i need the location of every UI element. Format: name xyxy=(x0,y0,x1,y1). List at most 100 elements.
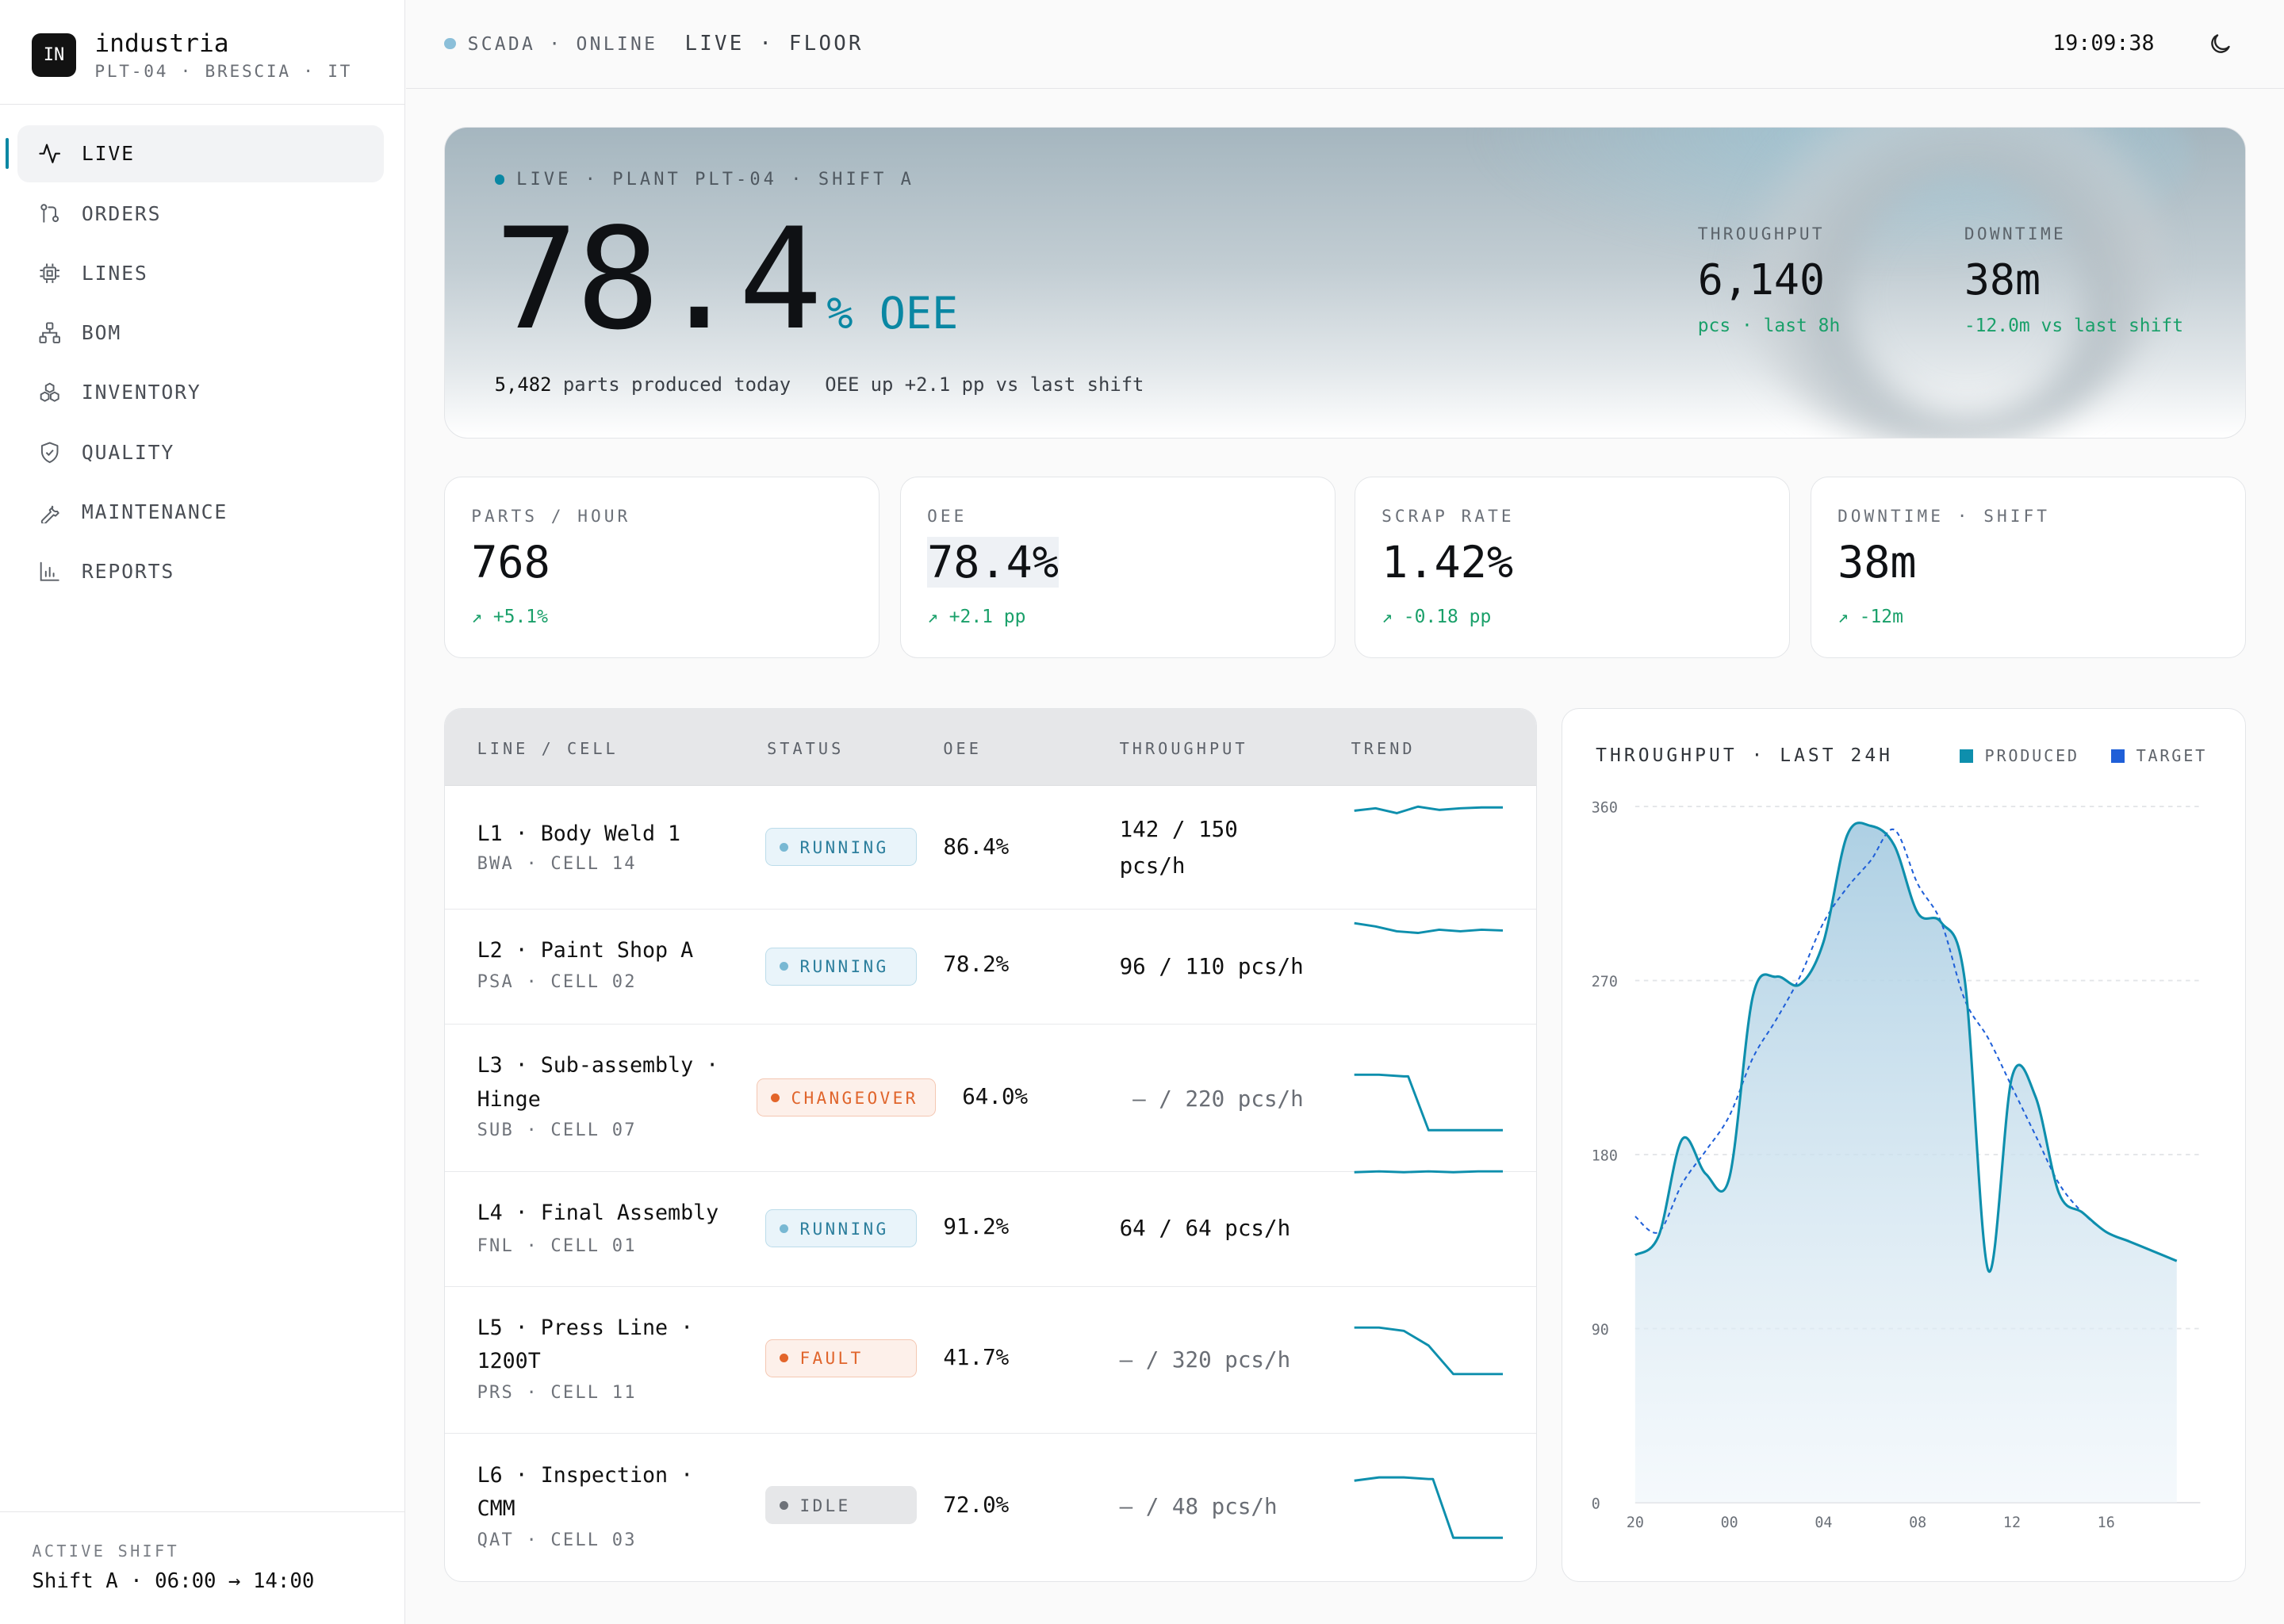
status-text: RUNNING xyxy=(799,956,889,977)
line-throughput: — / 320 pcs/h xyxy=(1119,1346,1291,1373)
status-text: CHANGEOVER xyxy=(791,1087,918,1108)
nav-item-lines[interactable]: LINES xyxy=(17,245,384,302)
line-throughput: 142 / 150 pcs/h xyxy=(1119,817,1238,879)
y-tick-label: 360 xyxy=(1592,799,1618,816)
nav-label: REPORTS xyxy=(81,560,175,584)
nav-item-live[interactable]: LIVE xyxy=(6,124,384,182)
kpi-card-oee[interactable]: OEE 78.4% ↗ +2.1 pp xyxy=(900,476,1336,659)
column-header[interactable]: OEE xyxy=(943,739,982,758)
nav-item-bom[interactable]: BOM xyxy=(17,304,384,362)
nav-item-maintenance[interactable]: MAINTENANCE xyxy=(17,484,384,541)
legend-label: TARGET xyxy=(2136,746,2208,766)
hero-tag-text: LIVE · PLANT PLT-04 · SHIFT A xyxy=(516,170,914,190)
line-code: BWA · CELL 14 xyxy=(477,854,637,875)
line-code: PRS · CELL 11 xyxy=(477,1383,637,1403)
sparkline-path xyxy=(1354,1170,1503,1174)
line-name: L2 · Paint Shop A xyxy=(477,938,694,963)
git-pull-request-icon xyxy=(40,204,59,224)
kpi-delta: ↗ -0.18 pp xyxy=(1382,607,1492,628)
parts-count: 5,482 xyxy=(494,373,552,396)
nav-item-orders[interactable]: ORDERS xyxy=(17,185,384,242)
line-name: L1 · Body Weld 1 xyxy=(477,822,681,847)
nav-item-inventory[interactable]: INVENTORY xyxy=(17,364,384,421)
sparkline-path xyxy=(1354,1073,1503,1132)
y-tick-label: 0 xyxy=(1592,1496,1600,1512)
nav-label: LIVE xyxy=(81,142,135,166)
view-mode: LIVE · FLOOR xyxy=(684,32,864,56)
throughput-chart-card: 0 90 180 270 360 20 00 04 08 12 16 THROUGHPUT · LA… xyxy=(1561,707,2247,1582)
nav-item-quality[interactable]: QUALITY xyxy=(17,423,384,481)
table-row[interactable]: L3 · Sub-assembly · Hinge SUB · CELL 07 … xyxy=(445,1025,1536,1172)
legend-label: PRODUCED xyxy=(1984,746,2079,766)
active-shift: ACTIVE SHIFT Shift A · 06:00 → 14:00 xyxy=(0,1511,404,1623)
nav-item-reports[interactable]: REPORTS xyxy=(17,543,384,600)
moon-icon[interactable] xyxy=(2207,31,2233,57)
hero-oee-panel: LIVE · PLANT PLT-04 · SHIFT A 78.4 % OEE… xyxy=(444,126,2247,439)
clock: 19:09:38 xyxy=(2052,30,2155,56)
bar-chart-icon xyxy=(40,561,59,581)
cpu-chip-icon xyxy=(40,263,59,283)
table-row[interactable]: L4 · Final Assembly FNL · CELL 01 RUNNIN… xyxy=(445,1170,1536,1287)
line-oee: 72.0% xyxy=(943,1492,1010,1518)
column-header[interactable]: STATUS xyxy=(767,739,844,758)
x-tick-label: 20 xyxy=(1627,1515,1644,1531)
status-dot xyxy=(779,962,788,971)
column-header[interactable]: LINE / CELL xyxy=(477,739,619,758)
kpi-card-parts-per-hour[interactable]: PARTS / HOUR 768 ↗ +5.1% xyxy=(444,476,880,659)
kpi-card-scrap-rate[interactable]: SCRAP RATE 1.42% ↗ -0.18 pp xyxy=(1355,476,1791,659)
status-badge: RUNNING xyxy=(765,947,918,986)
brand: IN industria PLT-04 · BRESCIA · IT xyxy=(0,0,404,105)
line-throughput: — / 220 pcs/h xyxy=(1132,1086,1304,1112)
kpi-label: PARTS / HOUR xyxy=(471,506,631,527)
kpi-value: 38m xyxy=(1838,536,1917,588)
live-dot xyxy=(494,174,505,185)
kpi-card-downtime-shift[interactable]: DOWNTIME · SHIFT 38m ↗ -12m xyxy=(1811,476,2247,659)
table-row[interactable]: L1 · Body Weld 1 BWA · CELL 14 RUNNING 8… xyxy=(445,787,1536,910)
line-throughput: 64 / 64 pcs/h xyxy=(1119,1216,1291,1242)
table-row[interactable]: L5 · Press Line · 1200T PRS · CELL 11 FA… xyxy=(445,1287,1536,1434)
table-row[interactable]: L2 · Paint Shop A PSA · CELL 02 RUNNING … xyxy=(445,910,1536,1025)
line-oee: 78.2% xyxy=(943,952,1010,978)
column-header[interactable]: TREND xyxy=(1351,739,1416,758)
legend-swatch xyxy=(1960,749,1973,763)
x-tick-label: 12 xyxy=(2003,1515,2021,1531)
status-text: RUNNING xyxy=(799,1218,889,1239)
brand-name: industria xyxy=(94,29,229,58)
trend-sparkline xyxy=(1354,921,1503,934)
hero-kpi-throughput: THROUGHPUT 6,140 pcs · last 8h xyxy=(1698,224,1841,336)
line-code: SUB · CELL 07 xyxy=(477,1120,637,1141)
kpi-value: 78.4% xyxy=(927,536,1059,588)
hero-kpi-label: THROUGHPUT xyxy=(1697,224,1825,243)
scada-status: SCADA · ONLINE xyxy=(467,34,658,56)
trend-sparkline xyxy=(1354,805,1503,814)
kpi-label: OEE xyxy=(927,506,968,527)
x-tick-label: 08 xyxy=(1909,1515,1926,1531)
line-name: L5 · Press Line · 1200T xyxy=(477,1316,694,1374)
nav-label: LINES xyxy=(81,261,148,285)
hero-tag: LIVE · PLANT PLT-04 · SHIFT A xyxy=(494,170,914,190)
line-oee: 41.7% xyxy=(943,1345,1010,1371)
line-name: L3 · Sub-assembly · Hinge xyxy=(477,1053,719,1112)
active-shift-value: Shift A · 06:00 → 14:00 xyxy=(32,1569,315,1594)
hero-kpi-sub: pcs · last 8h xyxy=(1697,316,1841,337)
line-oee: 86.4% xyxy=(943,833,1010,860)
legend-target[interactable]: TARGET xyxy=(2111,746,2207,765)
table-row[interactable]: L6 · Inspection · CMM QAT · CELL 03 IDLE… xyxy=(445,1434,1536,1580)
kpi-delta: ↗ +5.1% xyxy=(471,607,548,628)
trend-sparkline xyxy=(1354,1476,1503,1539)
main-nav: LIVE ORDERS LINES BOM INVENTORY QUALITY … xyxy=(6,124,384,603)
parts-text: parts produced today xyxy=(562,373,791,396)
kpi-delta: ↗ -12m xyxy=(1838,607,1903,628)
line-name: L6 · Inspection · CMM xyxy=(477,1462,694,1521)
kpi-label: DOWNTIME · SHIFT xyxy=(1838,506,2051,527)
legend-produced[interactable]: PRODUCED xyxy=(1960,746,2079,765)
oee-note: OEE up +2.1 pp vs last shift xyxy=(825,373,1144,396)
status-badge: IDLE xyxy=(765,1486,918,1525)
status-badge: RUNNING xyxy=(765,828,918,866)
throughput-chart: 0 90 180 270 360 20 00 04 08 12 16 xyxy=(1592,799,2201,1531)
hero-oee-value: 78.4 xyxy=(494,197,823,362)
line-throughput: 96 / 110 pcs/h xyxy=(1119,953,1304,979)
line-oee: 91.2% xyxy=(943,1213,1010,1239)
produced-area xyxy=(1634,822,2177,1503)
column-header[interactable]: THROUGHPUT xyxy=(1120,739,1248,758)
